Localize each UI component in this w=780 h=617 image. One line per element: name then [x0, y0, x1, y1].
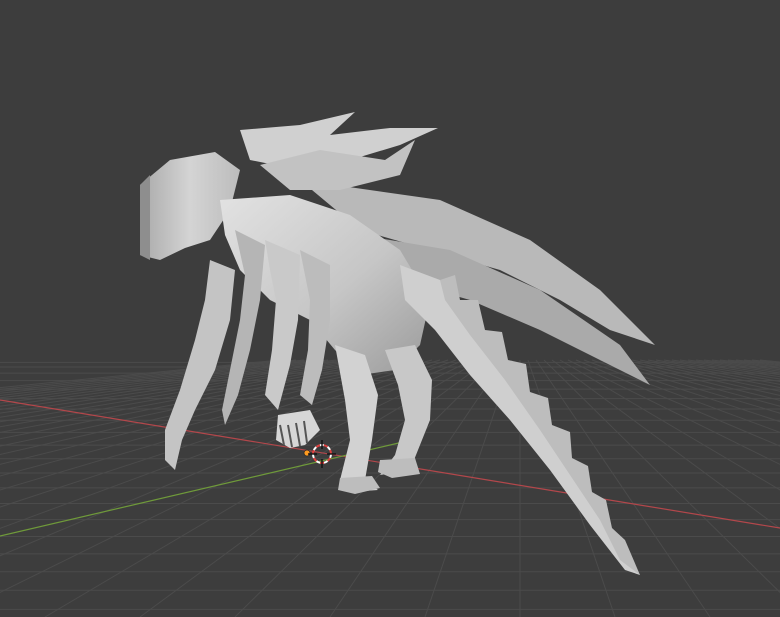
viewport-canvas[interactable] [0, 0, 780, 617]
hind-foot-right[interactable] [378, 458, 420, 478]
hind-foot-left[interactable] [338, 476, 380, 494]
floor-grid [0, 359, 780, 617]
3d-viewport[interactable] [0, 0, 780, 617]
3d-cursor-icon[interactable] [308, 440, 336, 468]
object-origin-dot[interactable] [303, 449, 311, 457]
wing-edge-left [140, 175, 150, 260]
creature-mesh[interactable] [140, 112, 655, 575]
tendril-center[interactable] [265, 240, 300, 410]
